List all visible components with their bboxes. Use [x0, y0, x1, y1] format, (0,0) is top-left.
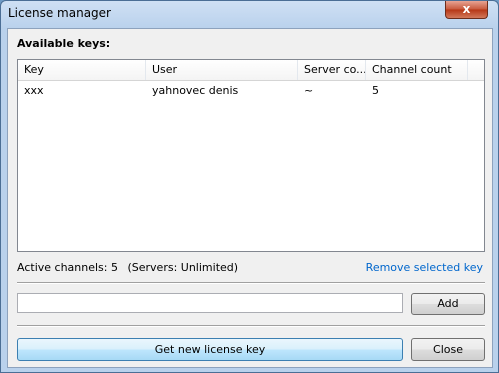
column-user[interactable]: User [146, 60, 298, 80]
cell-user: yahnovec denis [152, 84, 239, 97]
close-icon[interactable]: x [445, 1, 488, 19]
cell-key: xxx [24, 84, 44, 97]
keys-list-header: Key User Server co... Channel count [18, 60, 484, 81]
license-manager-window: License manager x Available keys: Key Us… [0, 0, 499, 373]
license-key-input[interactable] [17, 293, 403, 313]
table-row[interactable]: xxx yahnovec denis ~ 5 [18, 82, 484, 100]
cell-channel-count: 5 [372, 84, 379, 97]
cell-server-count: ~ [304, 84, 314, 97]
servers-text: (Servers: Unlimited) [127, 261, 239, 274]
get-new-license-key-button[interactable]: Get new license key [17, 338, 403, 361]
separator [17, 282, 485, 284]
window-title: License manager [8, 6, 111, 20]
close-button[interactable]: Close [411, 338, 485, 361]
column-server-count[interactable]: Server co... [298, 60, 366, 80]
separator [17, 325, 485, 327]
add-button[interactable]: Add [411, 293, 485, 315]
status-line: Active channels: 5 (Servers: Unlimited) [17, 261, 244, 274]
remove-selected-key-link[interactable]: Remove selected key [366, 261, 483, 274]
available-keys-heading: Available keys: [17, 37, 111, 50]
column-channel-count[interactable]: Channel count [366, 60, 468, 80]
dialog-body: Available keys: Key User Server co... Ch… [7, 28, 493, 368]
column-key[interactable]: Key [18, 60, 146, 80]
keys-list[interactable]: Key User Server co... Channel count xxx … [17, 59, 485, 252]
active-channels-text: Active channels: 5 [17, 261, 118, 274]
